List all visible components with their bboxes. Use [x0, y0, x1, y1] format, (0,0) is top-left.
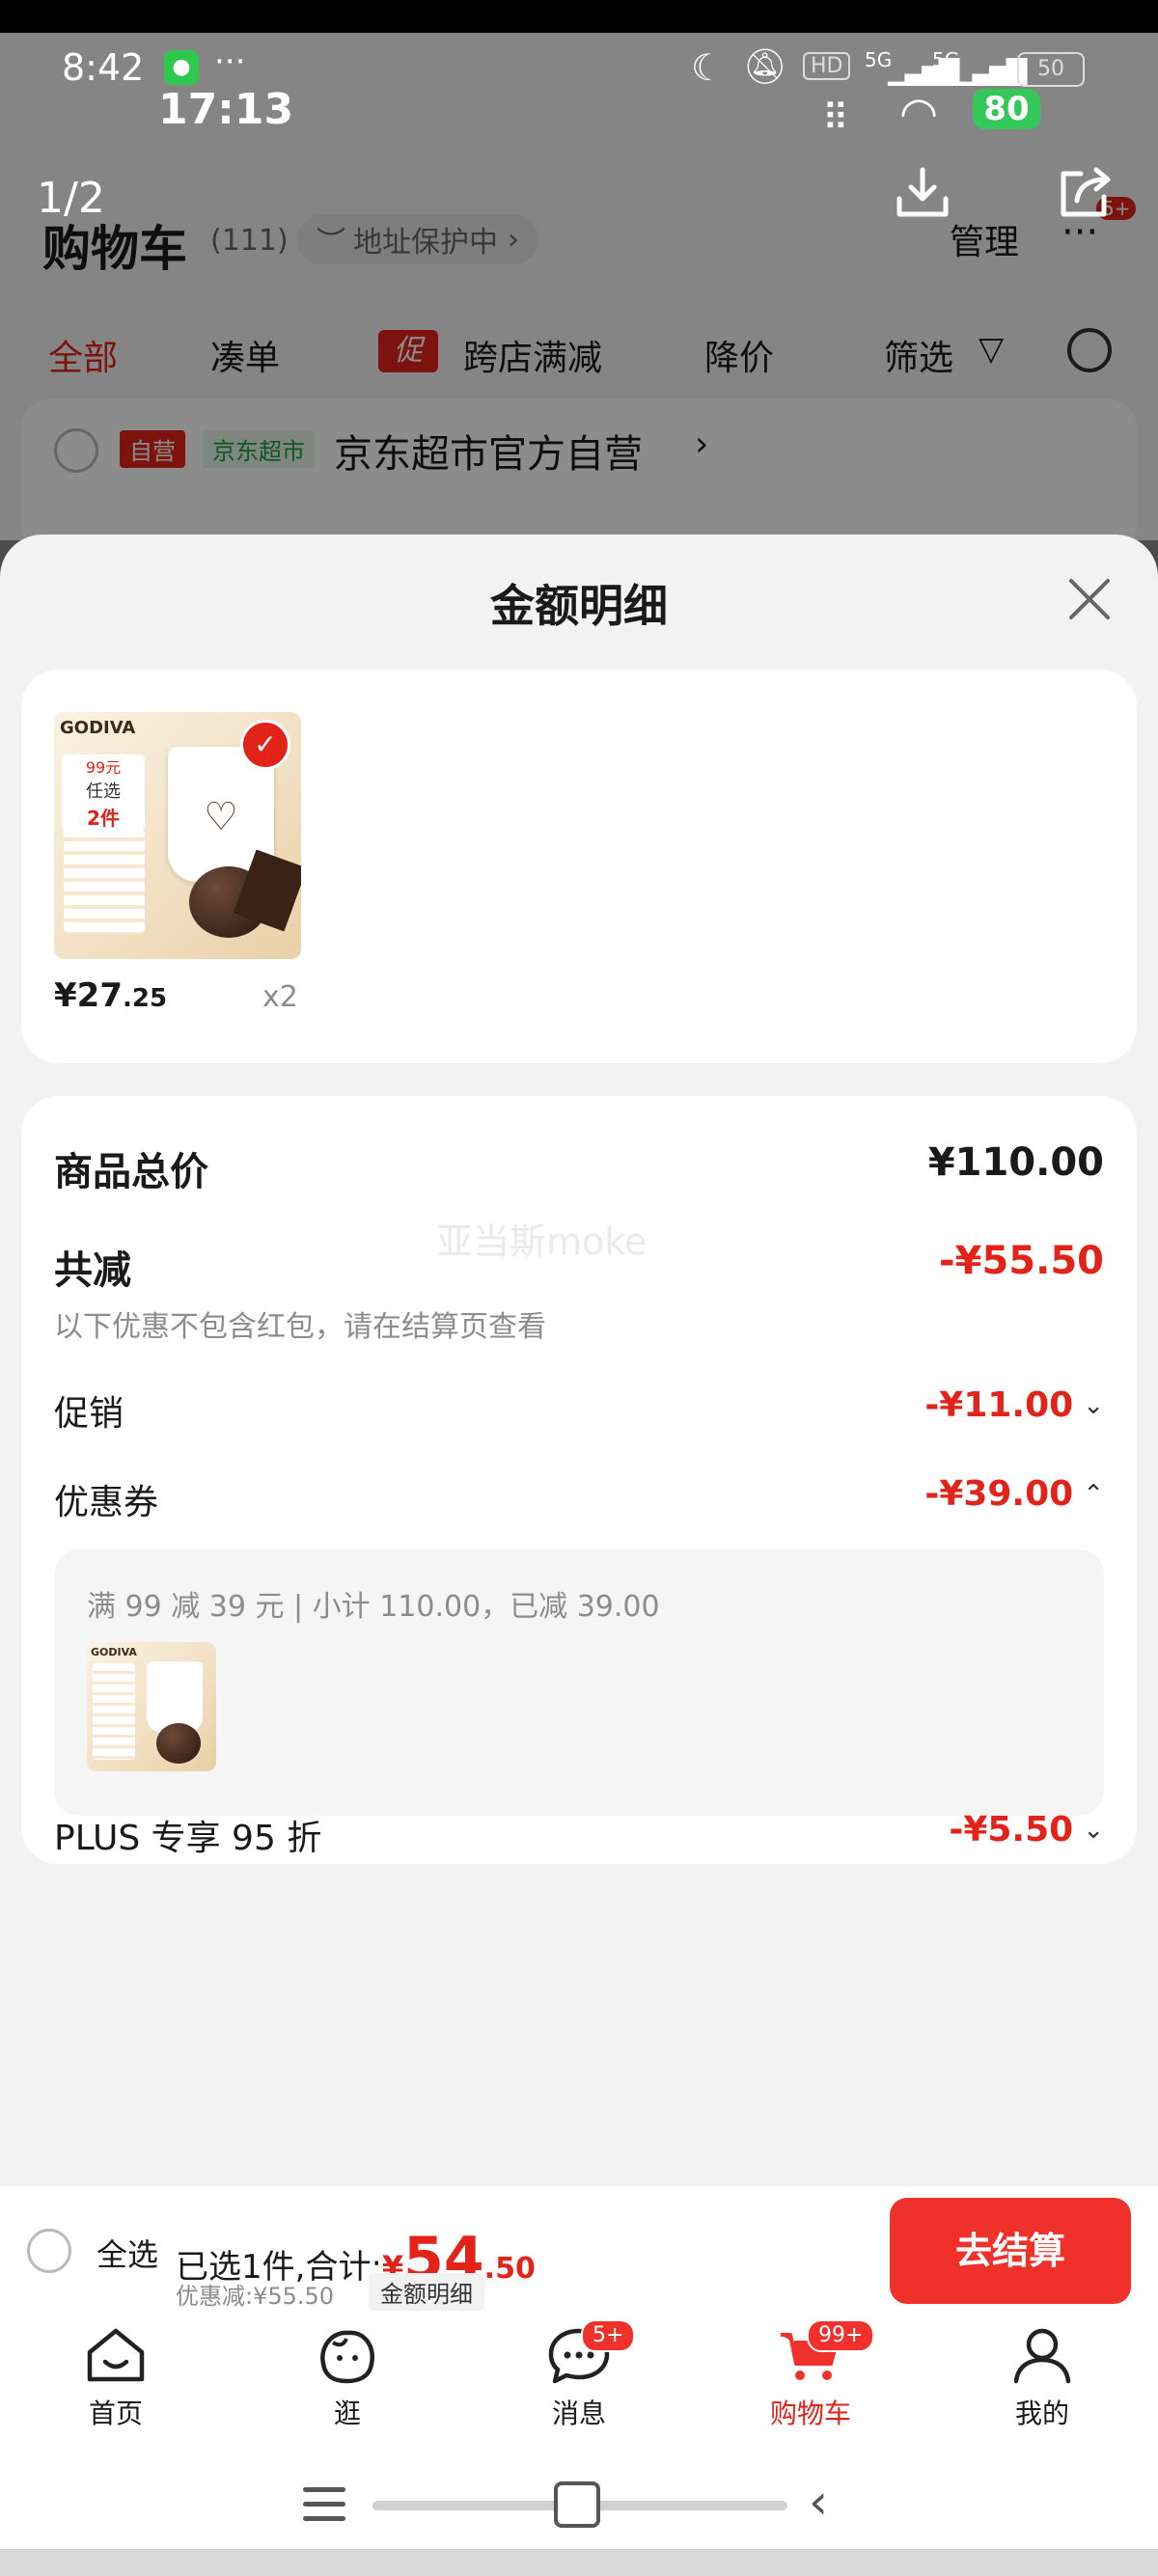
status-time: 8:42 [62, 46, 145, 89]
promo-value: -¥11.00 [924, 1385, 1074, 1425]
checkout-bar: 全选 已选1件,合计:¥54.50 优惠减:¥55.50 金额明细 去结算 [0, 2186, 1158, 2314]
home-square-icon[interactable] [554, 2481, 600, 2528]
tab-home[interactable]: 首页 [48, 2325, 183, 2431]
coupon-product-thumb: GODIVA [87, 1642, 216, 1771]
tab-me[interactable]: 我的 [975, 2325, 1110, 2431]
total-decimal: .50 [483, 2252, 536, 2286]
thumb-brand: GODIVA [91, 1646, 137, 1658]
coupon-detail-text: 满 99 减 39 元 | 小计 110.00，已减 39.00 [87, 1590, 660, 1624]
total-price-value: ¥110.00 [927, 1140, 1104, 1185]
promo-row-toggle[interactable]: -¥11.00 ⌄ [924, 1385, 1104, 1425]
messages-badge: 5+ [581, 2319, 636, 2352]
cart-badge: 99+ [807, 2319, 875, 2352]
thumb-promo-list [93, 1663, 135, 1760]
promo-label: 促销 [54, 1394, 124, 1434]
tab-me-label: 我的 [1014, 2398, 1069, 2429]
plus-discount-label: PLUS 专享 95 折 [54, 1819, 322, 1858]
select-all-checkbox[interactable] [27, 2229, 71, 2273]
product-promo-list [64, 828, 145, 934]
hd-icon: HD [803, 52, 851, 80]
top-black-bar [0, 0, 1158, 33]
browse-icon [320, 2330, 375, 2384]
watermark: 亚当斯moke [436, 1220, 648, 1263]
system-nav-bar: ‹ [0, 2458, 1158, 2549]
coupon-detail-box: 满 99 减 39 元 | 小计 110.00，已减 39.00 GODIVA [54, 1549, 1104, 1816]
thumb-chocolate-graphic [156, 1723, 201, 1764]
product-promo-block: 99元 任选 2件 [62, 754, 145, 831]
plus-discount-value: -¥5.50 [949, 1810, 1074, 1850]
tab-browse[interactable]: 逛 [280, 2325, 415, 2431]
sheet-title: 金额明细 [490, 580, 668, 632]
heart-icon: ♡ [204, 795, 238, 839]
battery-icon: 50 [1017, 52, 1085, 87]
total-reduce-label: 共减 [54, 1248, 131, 1293]
total-reduce-value: -¥55.50 [939, 1239, 1104, 1283]
status-dots: ··· [214, 42, 246, 81]
amount-detail-button[interactable]: 金额明细 [369, 2273, 484, 2311]
tab-home-label: 首页 [88, 2398, 143, 2429]
product-price-decimal: .25 [122, 984, 168, 1013]
checkout-button[interactable]: 去结算 [890, 2198, 1131, 2304]
plus-row-toggle[interactable]: -¥5.50 ⌄ [949, 1810, 1104, 1850]
tab-browse-label: 逛 [333, 2398, 361, 2429]
coupon-label: 优惠券 [54, 1483, 159, 1522]
image-counter: 1/2 [37, 174, 105, 223]
discount-note: 以下优惠不包含红包，请在结算页查看 [54, 1310, 546, 1344]
wechat-icon: ● [164, 50, 199, 85]
product-promo-b: 任选 [86, 781, 121, 802]
chevron-down-icon: ⌄ [1083, 1390, 1104, 1420]
product-price: ¥27.25 [54, 976, 167, 1015]
thumb-cup-graphic [147, 1661, 203, 1733]
home-icon [87, 2328, 145, 2382]
battery-charging-icon: 80 [973, 89, 1040, 129]
chevron-down-icon: ⌄ [1083, 1815, 1104, 1845]
chevron-up-icon: ⌃ [1083, 1479, 1104, 1509]
moon-icon: ☾ [691, 46, 725, 89]
checked-icon[interactable]: ✓ [240, 720, 290, 770]
tab-messages-label: 消息 [551, 2398, 606, 2429]
product-promo-a: 99元 [85, 758, 122, 777]
user-icon [1013, 2328, 1071, 2384]
grid-dots-icon: ⠿ [822, 96, 849, 139]
status-time-2: 17:13 [158, 85, 294, 134]
summary-card: 商品总价 ¥110.00 亚当斯moke 共减 -¥55.50 以下优惠不包含红… [21, 1096, 1137, 1864]
product-promo-c: 2件 [87, 807, 120, 830]
back-icon[interactable]: ‹ [809, 2474, 828, 2530]
coupon-row-toggle[interactable]: -¥39.00 ⌃ [924, 1474, 1104, 1514]
menu-icon[interactable] [303, 2483, 345, 2522]
mute-icon: 🔕︎ [743, 47, 787, 87]
product-qty: x2 [262, 980, 298, 1014]
close-icon[interactable] [1065, 575, 1114, 627]
bottom-strip [0, 2549, 1158, 2576]
wifi-icon: ◠ [899, 87, 939, 139]
product-brand: GODIVA [60, 718, 136, 738]
product-card: GODIVA 99元 任选 2件 ♡ ✓ ¥27.25 x2 [21, 670, 1137, 1063]
product-price-main: ¥27 [54, 976, 123, 1015]
signal-bars-icon-2: ▁▃▅▇ [955, 54, 1027, 86]
discount-summary: 优惠减:¥55.50 [176, 2283, 335, 2310]
coupon-value: -¥39.00 [924, 1474, 1074, 1514]
total-price-label: 商品总价 [54, 1150, 208, 1194]
download-icon[interactable] [894, 166, 951, 224]
tab-cart-label: 购物车 [769, 2398, 851, 2429]
select-all-label[interactable]: 全选 [96, 2231, 158, 2275]
share-icon[interactable] [1056, 166, 1114, 224]
